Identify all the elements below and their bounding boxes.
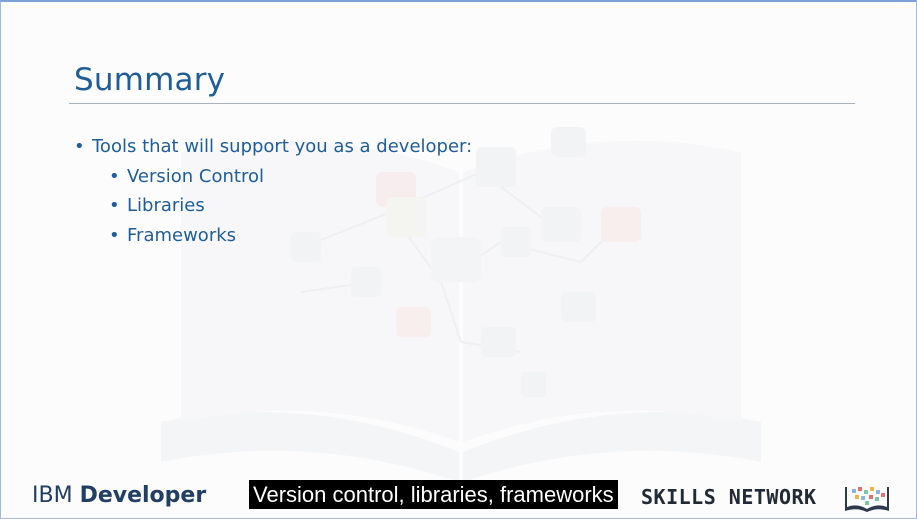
bullet-text: Tools that will support you as a develop…	[92, 136, 473, 157]
ibm-brand-text: IBM	[32, 483, 73, 508]
bullet-item: • Tools that will support you as a develo…	[74, 136, 472, 157]
book-pixel-icon	[845, 487, 889, 512]
sub-bullet-item: • Frameworks	[109, 225, 236, 246]
slide-title: Summary	[74, 62, 226, 98]
sub-bullet-item: • Libraries	[109, 195, 205, 216]
bullet-dot-icon: •	[74, 136, 85, 157]
slide: Summary • Tools that will support you as …	[0, 0, 917, 519]
title-divider	[69, 103, 855, 104]
sub-bullet-text: Frameworks	[127, 225, 237, 246]
bullet-dot-icon: •	[109, 225, 120, 246]
sub-bullet-item: • Version Control	[109, 166, 264, 187]
video-caption: Version control, libraries, frameworks	[249, 480, 618, 509]
bullet-dot-icon: •	[109, 166, 120, 187]
bullet-dot-icon: •	[109, 195, 120, 216]
skills-network-logo: SKILLS NETWORK	[641, 485, 817, 509]
sub-bullet-text: Version Control	[127, 166, 264, 187]
ibm-product-text: Developer	[79, 483, 207, 508]
ibm-developer-logo: IBM Developer	[32, 483, 206, 508]
sub-bullet-text: Libraries	[127, 195, 205, 216]
